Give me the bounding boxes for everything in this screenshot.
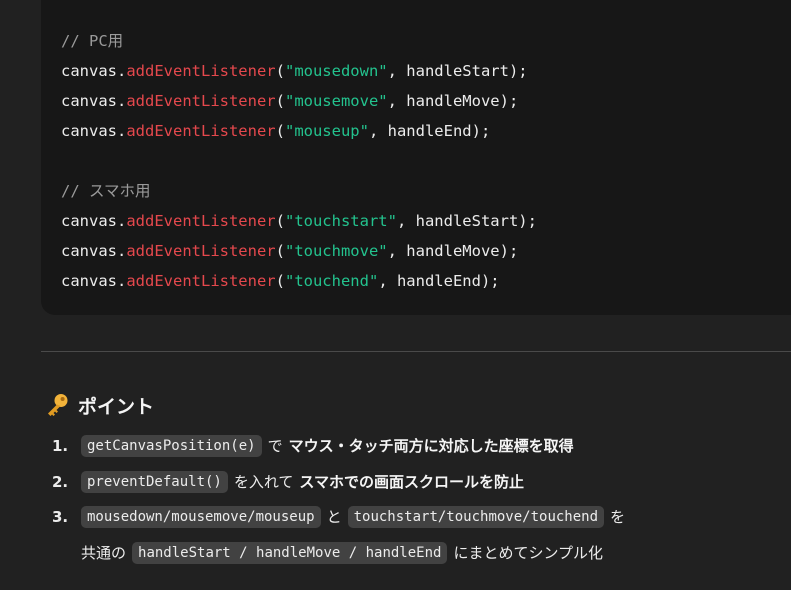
code-block xyxy=(41,0,791,315)
code-token-str: "mouseup" xyxy=(284,122,369,140)
code-token-plain: ( xyxy=(275,92,285,110)
code-token-str: "touchend" xyxy=(284,272,379,290)
inline-code: preventDefault() xyxy=(81,471,228,493)
code-token-str: "mousemove" xyxy=(284,92,388,110)
list-item-bold: スマホでの画面スクロールを防止 xyxy=(299,473,524,491)
code-line: canvas.addEventListener("mousemove", han… xyxy=(61,91,518,111)
code-token-plain: ( xyxy=(275,272,285,290)
list-item: mousedown/mousemove/mouseup と touchstart… xyxy=(81,506,631,528)
list-item: getCanvasPosition(e) で マウス・タッチ両方に対応した座標を… xyxy=(81,435,574,457)
code-token-fn: addEventListener xyxy=(126,272,276,290)
code-line: // PC用 xyxy=(61,31,123,51)
list-item-text: を xyxy=(610,508,626,526)
code-token-plain: canvas. xyxy=(61,122,127,140)
code-token-plain: , handleMove); xyxy=(387,92,519,110)
list-item-continuation: 共通の handleStart / handleMove / handleEnd… xyxy=(81,542,609,564)
inline-code: getCanvasPosition(e) xyxy=(81,435,262,457)
code-token-plain: ( xyxy=(275,62,285,80)
code-token-fn: addEventListener xyxy=(126,242,276,260)
code-token-plain: , handleStart); xyxy=(396,212,537,230)
code-token-comment: // スマホ用 xyxy=(61,182,151,200)
code-line: canvas.addEventListener("touchmove", han… xyxy=(61,241,518,261)
code-token-plain: ( xyxy=(275,122,285,140)
divider xyxy=(41,351,791,352)
code-line: canvas.addEventListener("touchstart", ha… xyxy=(61,211,537,231)
code-token-fn: addEventListener xyxy=(126,122,276,140)
code-token-plain: canvas. xyxy=(61,92,127,110)
code-line: canvas.addEventListener("touchend", hand… xyxy=(61,271,500,291)
code-line: // スマホ用 xyxy=(61,181,151,201)
code-line: canvas.addEventListener("mousedown", han… xyxy=(61,61,528,81)
list-number: 1. xyxy=(52,437,69,455)
inline-code: handleStart / handleMove / handleEnd xyxy=(132,542,448,564)
code-token-plain: , handleStart); xyxy=(387,62,528,80)
inline-code: mousedown/mousemove/mouseup xyxy=(81,506,321,528)
code-token-fn: addEventListener xyxy=(126,92,276,110)
list-item-text: にまとめてシンプル化 xyxy=(453,544,604,562)
code-token-plain: canvas. xyxy=(61,242,127,260)
code-token-str: "touchstart" xyxy=(284,212,397,230)
list-item-bold: マウス・タッチ両方に対応した座標を取得 xyxy=(288,437,574,455)
code-token-plain: , handleEnd); xyxy=(368,122,491,140)
inline-code: touchstart/touchmove/touchend xyxy=(347,506,605,528)
code-token-fn: addEventListener xyxy=(126,62,276,80)
key-icon xyxy=(48,394,68,416)
list-item: preventDefault() を入れて スマホでの画面スクロールを防止 xyxy=(81,471,524,493)
code-token-fn: addEventListener xyxy=(126,212,276,230)
code-token-comment: // PC用 xyxy=(61,32,124,50)
list-item-text: で xyxy=(267,437,283,455)
code-token-plain: ( xyxy=(275,212,285,230)
code-token-plain: canvas. xyxy=(61,212,127,230)
list-item-text: を入れて xyxy=(233,473,294,491)
code-token-plain: , handleEnd); xyxy=(378,272,500,290)
list-item-text: 共通の xyxy=(81,544,127,562)
chat-message: // PC用 canvas.addEventListener("mousedown… xyxy=(0,0,791,590)
heading-text: ポイント xyxy=(78,395,155,418)
list-number: 3. xyxy=(52,508,69,526)
code-token-plain: canvas. xyxy=(61,272,127,290)
list-number: 2. xyxy=(52,473,69,491)
code-token-str: "touchmove" xyxy=(284,242,388,260)
code-token-plain: ( xyxy=(275,242,285,260)
code-token-str: "mousedown" xyxy=(284,62,388,80)
code-token-plain: , handleMove); xyxy=(387,242,519,260)
points-heading: ポイント xyxy=(44,390,154,420)
list-item-text: と xyxy=(326,508,342,526)
code-token-plain: canvas. xyxy=(61,62,127,80)
code-line: canvas.addEventListener("mouseup", handl… xyxy=(61,121,490,141)
